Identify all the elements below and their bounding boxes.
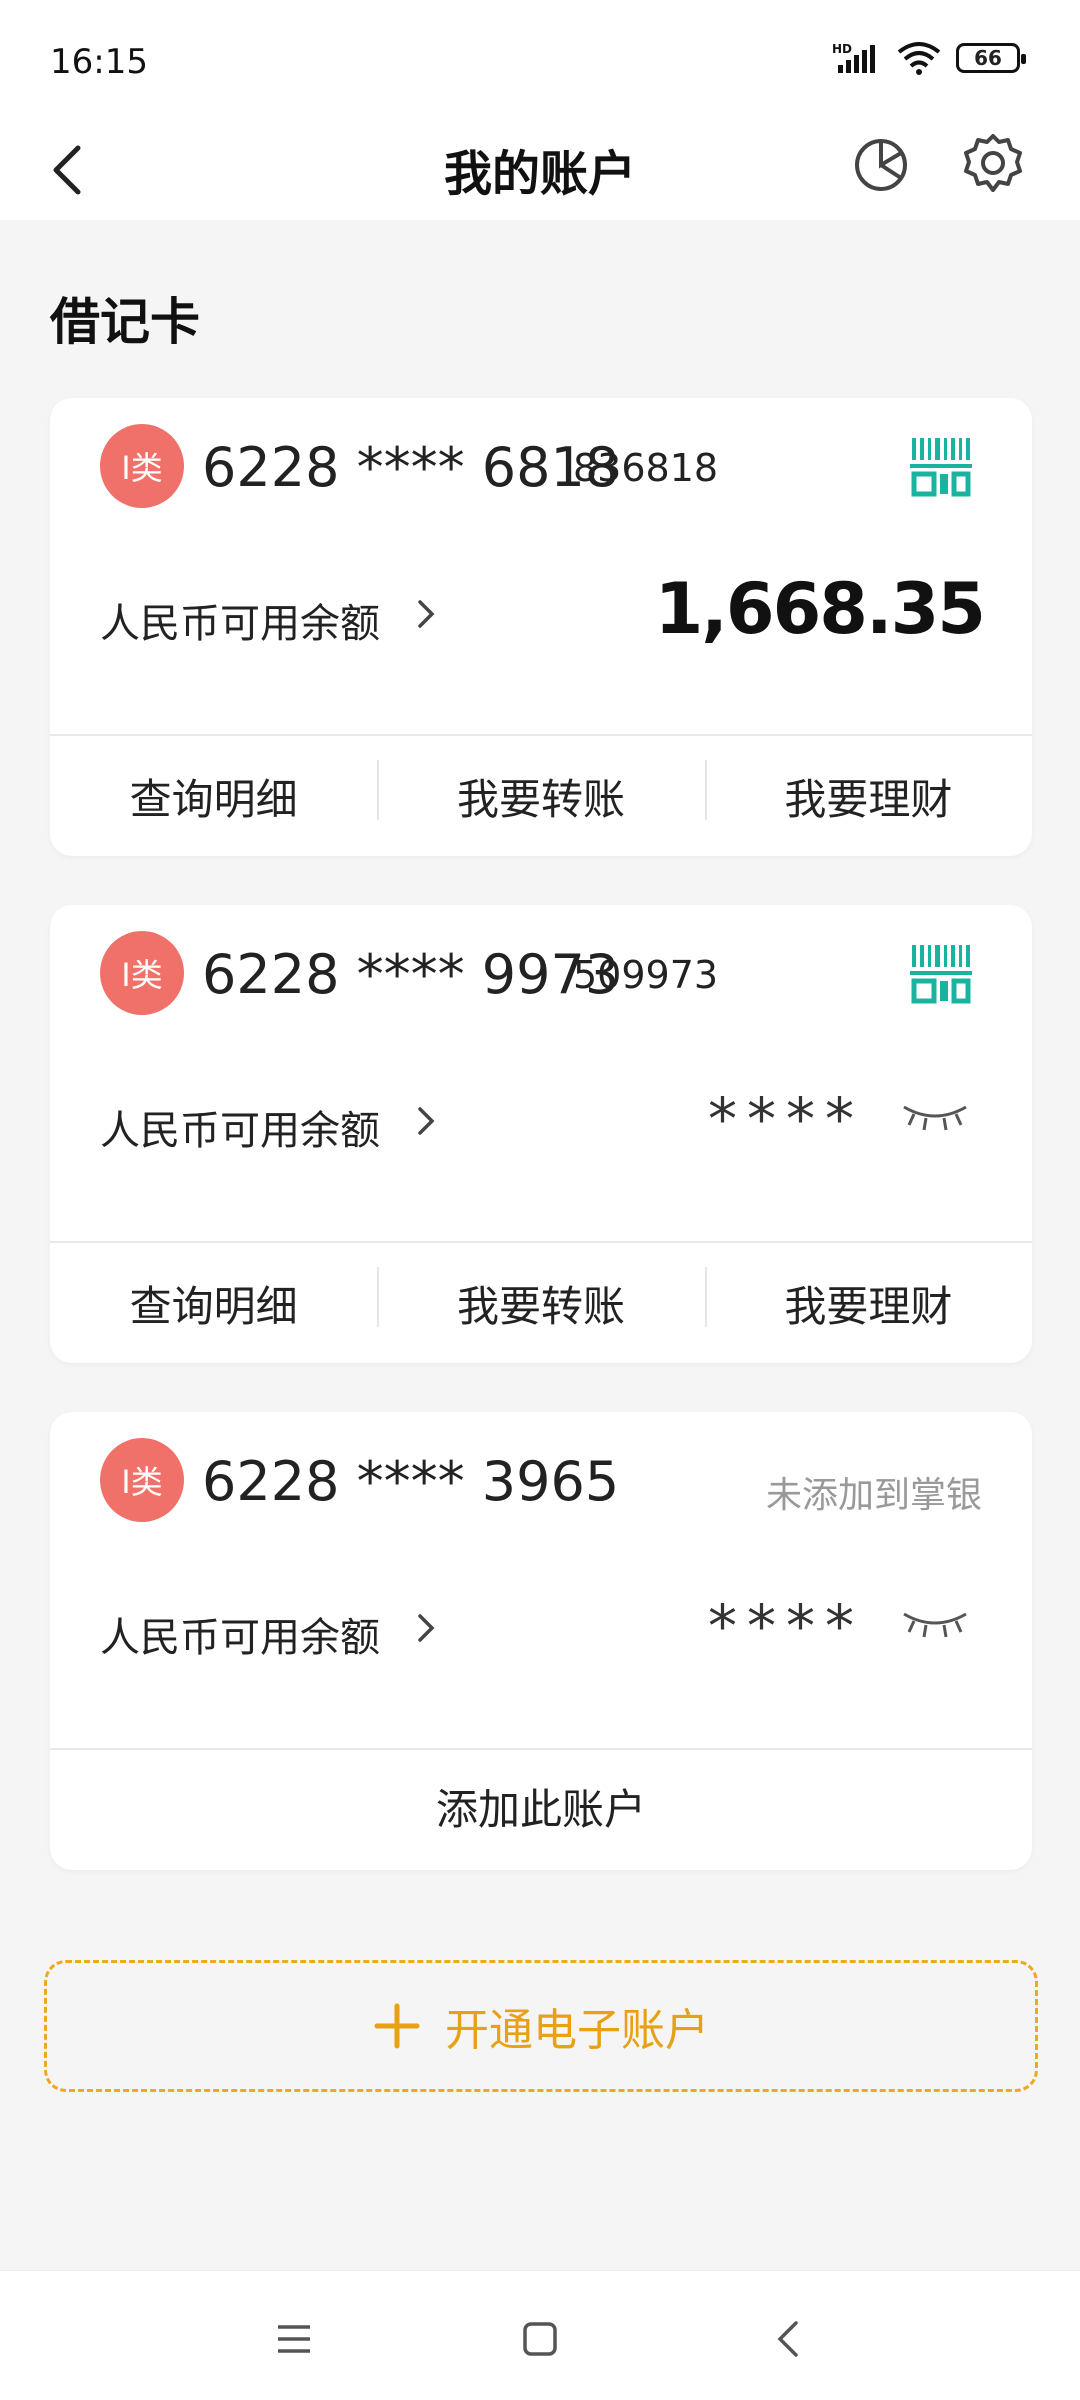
account-type-badge: I类	[100, 424, 184, 508]
plus-icon	[374, 2003, 420, 2049]
eye-closed-icon[interactable]	[900, 1604, 970, 1644]
add-account-button[interactable]: 添加此账户	[50, 1750, 1032, 1870]
qr-code-icon[interactable]	[910, 436, 972, 498]
svg-text:HD: HD	[832, 42, 852, 56]
account-card: I类 6228 **** 6818 836818 人民币可用余额 1,668.3…	[50, 398, 1032, 856]
status-bar: 16:15 HD 66	[0, 0, 1080, 120]
open-e-account-button[interactable]: 开通电子账户	[44, 1960, 1038, 2092]
home-icon[interactable]	[510, 2309, 570, 2369]
system-nav-bar	[0, 2270, 1080, 2400]
account-card: I类 6228 **** 9973 509973 人民币可用余额 **** 查询…	[50, 905, 1032, 1363]
signal-icon: HD	[832, 42, 875, 73]
wifi-icon	[897, 42, 941, 75]
account-type-badge: I类	[100, 1438, 184, 1522]
not-added-status: 未添加到掌银	[765, 1475, 982, 1516]
account-type-badge: I类	[100, 931, 184, 1015]
balance-label[interactable]: 人民币可用余额	[100, 1098, 380, 1156]
status-time: 16:15	[50, 42, 148, 82]
masked-balance: ****	[708, 1085, 864, 1153]
pie-chart-icon[interactable]	[846, 128, 916, 198]
wealth-management-button[interactable]: 我要理财	[704, 1266, 1032, 1334]
chevron-right-icon[interactable]	[412, 594, 442, 634]
open-e-account-label: 开通电子账户	[445, 2005, 709, 2056]
menu-icon[interactable]	[264, 2309, 324, 2369]
card-number: 6228 **** 3965	[202, 1450, 620, 1513]
transfer-button[interactable]: 我要转账	[377, 1266, 704, 1334]
balance-label[interactable]: 人民币可用余额	[100, 591, 380, 649]
section-title-debit: 借记卡	[50, 293, 200, 351]
balance-amount: 1,668.35	[654, 568, 986, 650]
eye-closed-icon[interactable]	[900, 1097, 970, 1137]
card-number: 6228 **** 9973	[202, 943, 620, 1006]
balance-label[interactable]: 人民币可用余额	[100, 1605, 380, 1663]
card-actions: 查询明细 我要转账 我要理财	[50, 1243, 1032, 1363]
page-title: 我的账户	[443, 146, 636, 202]
card-actions: 查询明细 我要转账 我要理财	[50, 736, 1032, 856]
card-suffix: 509973	[573, 953, 719, 997]
chevron-right-icon[interactable]	[412, 1101, 442, 1141]
card-suffix: 836818	[573, 446, 719, 490]
account-card: I类 6228 **** 3965 未添加到掌银 人民币可用余额 **** 添加…	[50, 1412, 1032, 1870]
masked-balance: ****	[708, 1592, 864, 1660]
query-details-button[interactable]: 查询明细	[50, 1273, 377, 1334]
gear-icon[interactable]	[958, 128, 1028, 198]
query-details-button[interactable]: 查询明细	[50, 766, 377, 827]
chevron-right-icon[interactable]	[412, 1608, 442, 1648]
battery-indicator: 66	[956, 43, 1026, 73]
status-icons: HD 66	[832, 40, 1026, 76]
qr-code-icon[interactable]	[910, 943, 972, 1005]
card-number: 6228 **** 6818	[202, 436, 620, 499]
top-app-bar: 我的账户	[0, 120, 1080, 220]
nav-back-icon[interactable]	[760, 2309, 820, 2369]
wealth-management-button[interactable]: 我要理财	[704, 759, 1032, 827]
transfer-button[interactable]: 我要转账	[377, 759, 704, 827]
